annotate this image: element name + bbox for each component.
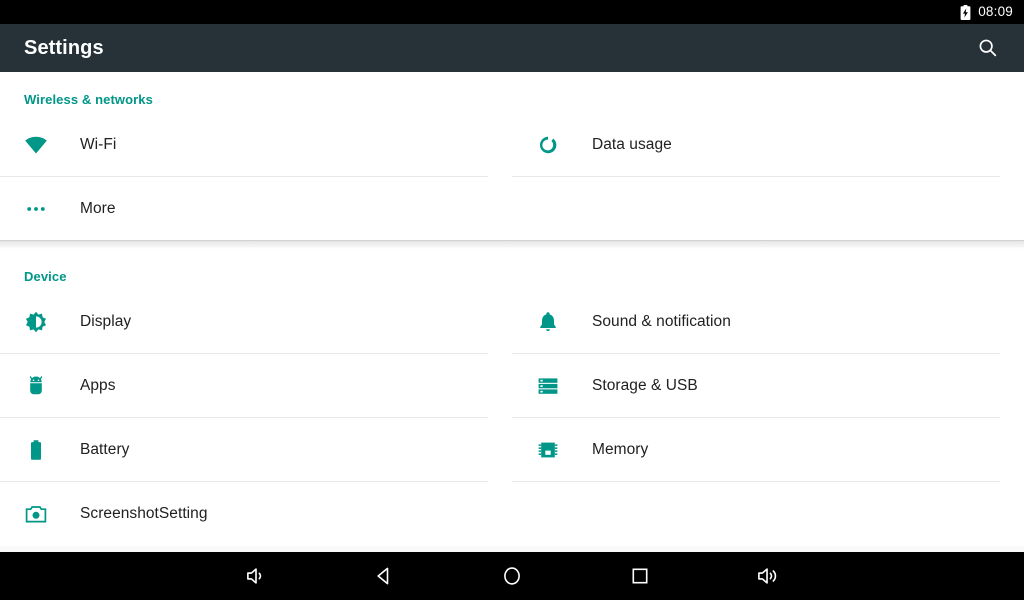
recents-icon	[628, 564, 652, 588]
settings-item-label: Wi-Fi	[80, 136, 117, 153]
settings-item-label: Storage & USB	[592, 377, 698, 394]
section-header-wireless: Wireless & networks	[24, 92, 153, 107]
settings-item-screenshotsetting[interactable]: ScreenshotSetting	[0, 482, 488, 546]
grid-cell: Display Apps Battery ScreenshotSetting	[0, 290, 512, 546]
grid-cell: Wi-Fi More	[0, 113, 512, 241]
app-bar: Settings	[0, 24, 1024, 72]
battery-icon	[24, 438, 48, 462]
grid-cell: Data usage	[512, 113, 1024, 241]
status-bar-right: 08:09	[960, 4, 1013, 20]
grid-cell: Sound & notification Storage & USB Memor…	[512, 290, 1024, 546]
settings-list[interactable]: Wireless & networks Wi-Fi More Data usag…	[0, 72, 1024, 552]
settings-item-more[interactable]: More	[0, 177, 488, 241]
search-button[interactable]	[968, 28, 1008, 68]
nav-home-button[interactable]	[448, 552, 576, 600]
section-wireless-networks: Wireless & networks Wi-Fi More Data usag…	[0, 72, 1024, 241]
nav-volume-down-button[interactable]	[192, 552, 320, 600]
settings-item-battery[interactable]: Battery	[0, 418, 488, 482]
nav-back-button[interactable]	[320, 552, 448, 600]
settings-item-label: Display	[80, 313, 132, 330]
nav-recents-button[interactable]	[576, 552, 704, 600]
data-usage-icon	[536, 133, 560, 157]
section-wireless-grid: Wi-Fi More Data usage	[0, 113, 1024, 241]
settings-item-label: Data usage	[592, 136, 672, 153]
app-bar-actions	[968, 28, 1024, 68]
back-icon	[372, 564, 396, 588]
home-icon	[500, 564, 524, 588]
grid-cell-empty	[512, 482, 1000, 546]
section-device-grid: Display Apps Battery ScreenshotSetting S…	[0, 290, 1024, 546]
settings-item-label: Apps	[80, 377, 116, 394]
volume-up-icon	[755, 563, 781, 589]
android-settings-screen: 08:09 Settings Wireless & networks Wi-Fi…	[0, 0, 1024, 600]
storage-icon	[536, 374, 560, 398]
nav-volume-up-button[interactable]	[704, 552, 832, 600]
settings-item-storage-usb[interactable]: Storage & USB	[512, 354, 1000, 418]
memory-chip-icon	[536, 438, 560, 462]
settings-item-label: Sound & notification	[592, 313, 731, 330]
settings-item-label: ScreenshotSetting	[80, 505, 208, 522]
settings-item-display[interactable]: Display	[0, 290, 488, 354]
search-icon	[977, 37, 999, 59]
settings-item-apps[interactable]: Apps	[0, 354, 488, 418]
settings-item-memory[interactable]: Memory	[512, 418, 1000, 482]
section-header-device: Device	[24, 269, 67, 284]
settings-item-wifi[interactable]: Wi-Fi	[0, 113, 488, 177]
android-icon	[24, 374, 48, 398]
settings-item-label: More	[80, 200, 116, 217]
page-title: Settings	[24, 36, 104, 59]
battery-charging-icon	[960, 4, 971, 20]
settings-item-sound-notification[interactable]: Sound & notification	[512, 290, 1000, 354]
section-device: Device Display Apps Battery ScreenshotSe…	[0, 240, 1024, 546]
navigation-bar	[0, 552, 1024, 600]
status-bar: 08:09	[0, 0, 1024, 24]
settings-item-data-usage[interactable]: Data usage	[512, 113, 1000, 177]
status-bar-clock: 08:09	[978, 4, 1013, 20]
settings-item-label: Battery	[80, 441, 130, 458]
grid-cell-empty	[512, 177, 1000, 241]
settings-item-label: Memory	[592, 441, 649, 458]
more-dots-icon	[24, 197, 48, 221]
wifi-icon	[24, 133, 48, 157]
bell-icon	[536, 310, 560, 334]
camera-icon	[24, 502, 48, 526]
volume-down-icon	[243, 563, 269, 589]
brightness-icon	[24, 310, 48, 334]
